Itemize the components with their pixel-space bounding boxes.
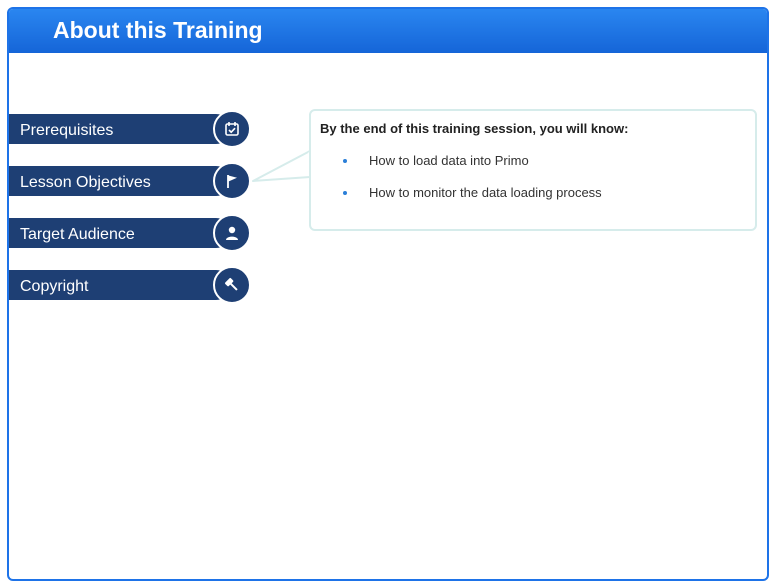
callout-heading: By the end of this training session, you… xyxy=(320,121,629,136)
bullet-text: How to monitor the data loading process xyxy=(369,185,602,200)
list-item: How to monitor the data loading process xyxy=(343,185,602,200)
slide-header: About this Training xyxy=(9,9,767,53)
calendar-check-icon xyxy=(225,122,239,136)
tab-label: Copyright xyxy=(20,278,89,295)
tab-icon-badge xyxy=(213,110,251,148)
tab-pill: Prerequisites xyxy=(9,114,231,144)
tab-prerequisites[interactable]: Prerequisites xyxy=(9,110,251,148)
objectives-callout: By the end of this training session, you… xyxy=(309,109,757,231)
tab-pill: Lesson Objectives xyxy=(9,166,231,196)
tab-icon-badge xyxy=(213,162,251,200)
slide-frame: About this Training Prerequisites Lesson… xyxy=(7,7,769,581)
tab-icon-badge xyxy=(213,266,251,304)
bullet-text: How to load data into Primo xyxy=(369,153,529,168)
tab-pill: Copyright xyxy=(9,270,231,300)
gavel-icon xyxy=(224,277,238,291)
user-icon xyxy=(226,226,238,240)
tab-lesson-objectives[interactable]: Lesson Objectives xyxy=(9,162,251,200)
tab-label: Prerequisites xyxy=(20,122,114,139)
page-title: About this Training xyxy=(53,17,263,43)
tab-pill: Target Audience xyxy=(9,218,231,248)
tab-copyright[interactable]: Copyright xyxy=(9,266,251,304)
tab-label: Target Audience xyxy=(20,226,135,243)
tab-label: Lesson Objectives xyxy=(20,174,151,191)
bullet-icon xyxy=(343,158,347,163)
flag-icon xyxy=(227,175,237,188)
tab-target-audience[interactable]: Target Audience xyxy=(9,214,251,252)
bullet-icon xyxy=(343,190,347,195)
list-item: How to load data into Primo xyxy=(343,153,529,168)
tab-icon-badge xyxy=(213,214,251,252)
